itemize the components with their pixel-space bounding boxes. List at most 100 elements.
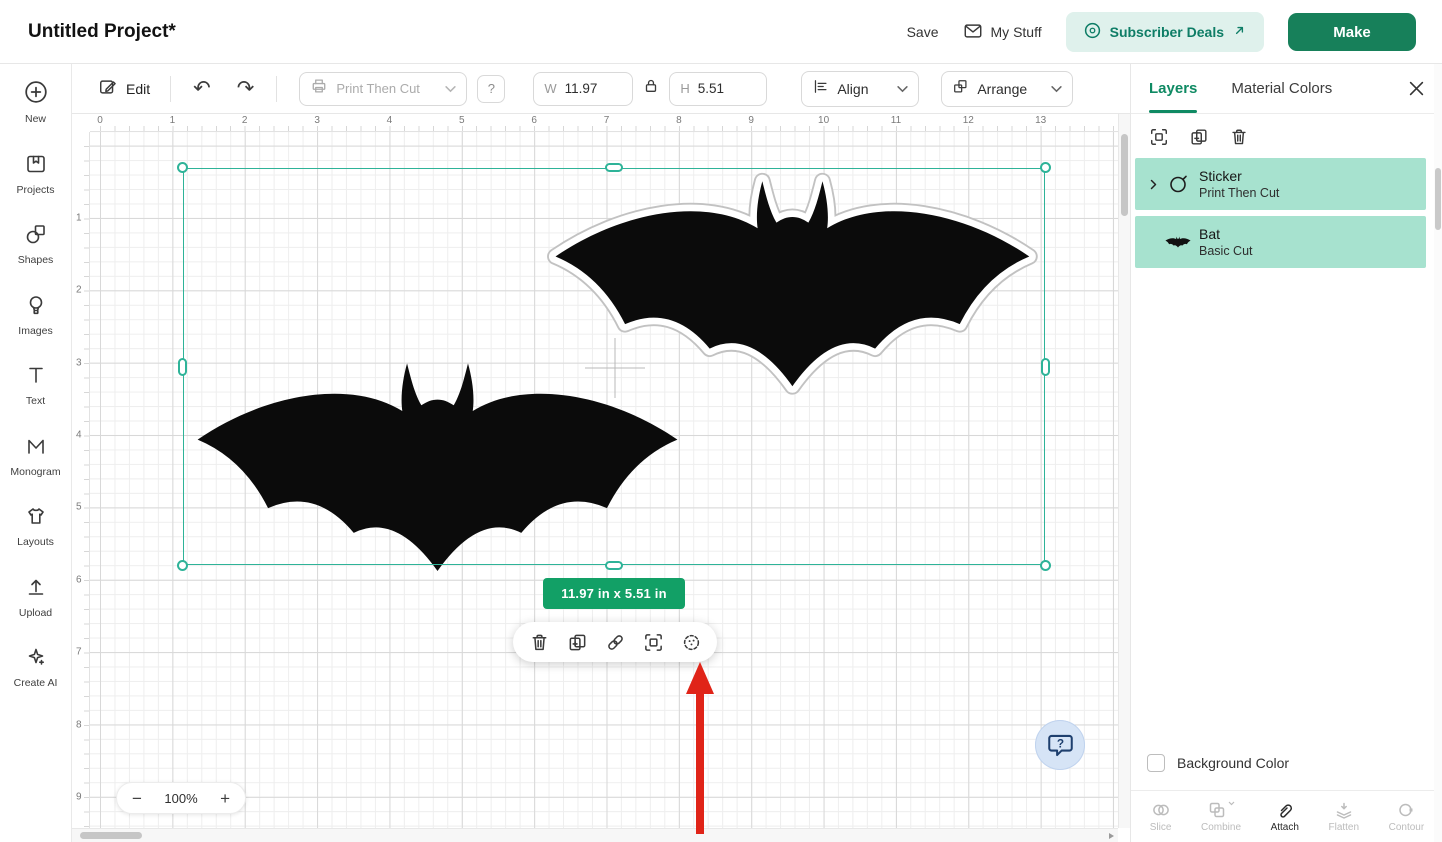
selection-box[interactable] (183, 168, 1045, 565)
edit-button[interactable]: Edit (98, 77, 150, 100)
resize-handle-bottom-right[interactable] (1040, 560, 1051, 571)
sidebar-item-layouts[interactable]: Layouts (0, 505, 71, 549)
shapes-icon (25, 223, 47, 250)
resize-handle-bottom[interactable] (605, 561, 623, 570)
lock-icon[interactable] (642, 77, 660, 100)
layer-item-bat[interactable]: Bat Basic Cut (1135, 216, 1426, 268)
select-all-icon[interactable] (1149, 127, 1169, 147)
layer-operations-bar: Slice Combine Attach Flatten Contour (1131, 790, 1442, 842)
resize-handle-top-right[interactable] (1040, 162, 1051, 173)
delete-icon[interactable] (527, 630, 551, 654)
make-button[interactable]: Make (1288, 13, 1416, 51)
combine-icon (1208, 801, 1226, 819)
flatten-icon (1335, 801, 1353, 819)
tshirt-icon (25, 505, 47, 532)
sidebar-item-monogram[interactable]: Monogram (0, 435, 71, 479)
attach-button[interactable]: Attach (1271, 801, 1299, 833)
save-button[interactable]: Save (907, 24, 939, 40)
align-select[interactable]: Align (801, 71, 919, 107)
sidebar-item-projects[interactable]: Projects (0, 153, 71, 197)
sidebar-item-images[interactable]: Images (0, 294, 71, 338)
scroll-right-arrow-icon[interactable] (1109, 833, 1114, 839)
linetype-select[interactable]: Print Then Cut (299, 72, 467, 106)
width-field[interactable]: W 11.97 (533, 72, 633, 106)
scrollbar-thumb[interactable] (1435, 168, 1441, 230)
tab-material-colors[interactable]: Material Colors (1231, 64, 1332, 113)
sidebar-item-shapes[interactable]: Shapes (0, 223, 71, 267)
sidebar-item-upload[interactable]: Upload (0, 576, 71, 620)
images-icon (25, 294, 47, 321)
zoom-in-button[interactable]: + (220, 790, 230, 807)
attach-icon (1276, 801, 1294, 819)
zoom-level: 100% (164, 791, 197, 806)
zoom-out-button[interactable]: − (132, 790, 142, 807)
chevron-down-icon (1051, 80, 1062, 98)
sticker-layer-icon (1163, 174, 1193, 194)
duplicate-icon[interactable] (1189, 127, 1209, 147)
resize-handle-top-left[interactable] (177, 162, 188, 173)
resize-handle-top[interactable] (605, 163, 623, 172)
redo-button[interactable]: ↷ (237, 78, 255, 99)
undo-button[interactable]: ↶ (193, 78, 211, 99)
sidebar-item-new[interactable]: New (0, 80, 71, 126)
annotation-arrow (678, 660, 722, 836)
sidebar-item-create-ai[interactable]: Create AI (0, 646, 71, 690)
upload-icon (25, 576, 47, 603)
monogram-icon (25, 435, 47, 462)
slice-icon (1152, 801, 1170, 819)
bat-layer-icon (1163, 236, 1193, 248)
contour-button[interactable]: Contour (1389, 801, 1425, 833)
expand-chevron-icon[interactable] (1143, 179, 1163, 190)
subscriber-deals-button[interactable]: Subscriber Deals (1066, 12, 1264, 52)
combine-button[interactable]: Combine (1201, 801, 1241, 833)
resize-handle-bottom-left[interactable] (177, 560, 188, 571)
sticker-icon[interactable] (679, 630, 703, 654)
selection-size-badge: 11.97 in x 5.51 in (543, 578, 685, 609)
scrollbar-thumb[interactable] (80, 832, 142, 839)
toolbar-divider (170, 76, 171, 102)
chevron-down-icon (897, 80, 908, 98)
align-icon (812, 78, 829, 100)
selection-context-toolbar (513, 622, 717, 662)
left-sidebar: New Projects Shapes Images Text Monogram… (0, 64, 72, 842)
layer-item-sticker[interactable]: Sticker Print Then Cut (1135, 158, 1426, 210)
panel-scrollbar[interactable] (1434, 64, 1442, 842)
flatten-button[interactable]: Flatten (1328, 801, 1359, 833)
plus-circle-icon (24, 80, 48, 109)
layer-actions-row (1131, 114, 1442, 156)
height-field[interactable]: H 5.51 (669, 72, 767, 106)
top-bar-actions: Save My Stuff Subscriber Deals Make (907, 0, 1416, 64)
zoom-control: − 100% + (116, 782, 246, 814)
help-bubble-icon: ? (1047, 732, 1074, 759)
my-stuff-button[interactable]: My Stuff (963, 21, 1042, 44)
select-frame-icon[interactable] (641, 630, 665, 654)
attach-link-icon[interactable] (603, 630, 627, 654)
background-color-row: Background Color (1147, 754, 1289, 772)
close-panel-button[interactable] (1409, 64, 1424, 113)
slice-button[interactable]: Slice (1150, 801, 1172, 833)
tab-layers[interactable]: Layers (1149, 64, 1197, 113)
canvas-area: 0 1 2 3 4 5 6 7 8 9 10 11 12 13 1 2 3 4 … (72, 114, 1130, 842)
edit-pencil-icon (98, 77, 118, 100)
sidebar-item-text[interactable]: Text (0, 364, 71, 408)
access-logo-icon (1084, 22, 1101, 42)
arrange-icon (952, 78, 969, 100)
arrange-select[interactable]: Arrange (941, 71, 1073, 107)
contour-icon (1397, 801, 1415, 819)
canvas-horizontal-scrollbar[interactable] (72, 828, 1118, 842)
resize-handle-left[interactable] (178, 358, 187, 376)
scrollbar-thumb[interactable] (1121, 134, 1128, 216)
cricut-design-space-app: Untitled Project* Save My Stuff Subscrib… (0, 0, 1442, 842)
text-icon (25, 364, 47, 391)
help-button[interactable]: ? (1035, 720, 1085, 770)
canvas-vertical-scrollbar[interactable] (1118, 114, 1130, 828)
duplicate-icon[interactable] (565, 630, 589, 654)
delete-icon[interactable] (1229, 127, 1249, 147)
toolbar-divider (276, 76, 277, 102)
svg-text:?: ? (1056, 736, 1063, 750)
sparkle-icon (25, 646, 47, 673)
resize-handle-right[interactable] (1041, 358, 1050, 376)
linetype-help-button[interactable]: ? (477, 75, 505, 103)
background-color-checkbox[interactable] (1147, 754, 1165, 772)
horizontal-ruler: 0 1 2 3 4 5 6 7 8 9 10 11 12 13 (90, 114, 1118, 132)
